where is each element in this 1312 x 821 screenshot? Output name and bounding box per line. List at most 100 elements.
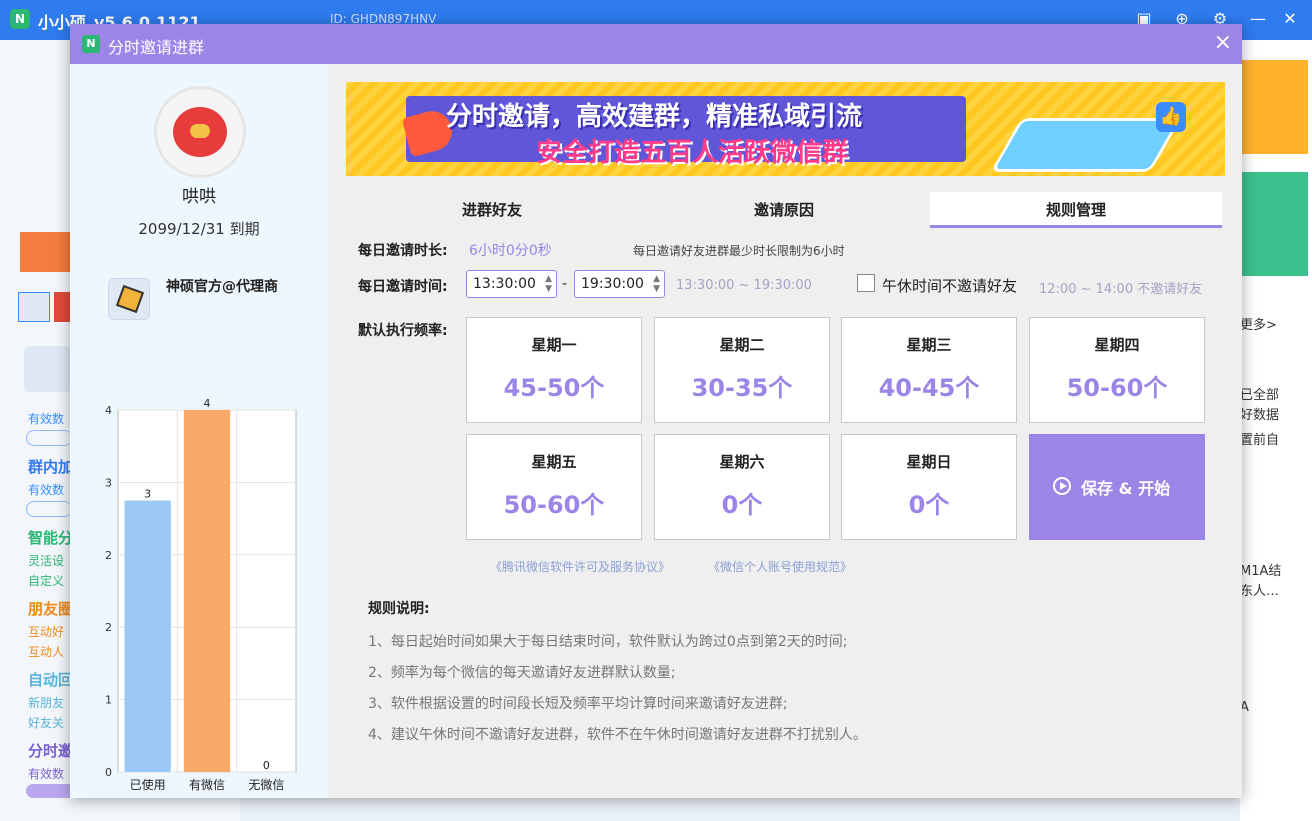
day-name: 星期一	[531, 336, 577, 354]
duration-label: 每日邀请时长:	[358, 243, 448, 259]
chart-data-label: 0	[263, 759, 270, 772]
day-name: 星期五	[531, 453, 577, 471]
day-name: 星期二	[719, 336, 765, 354]
background-thumb-icon[interactable]	[18, 292, 50, 322]
chart-x-tick-label: 已使用	[130, 777, 166, 792]
usage-bar-chart: 0 1 2 2 3 4 3 已使用 4 有微信 0 无微信	[105, 397, 297, 792]
dialog-title: 分时邀请进群	[108, 38, 205, 57]
day-quota: 30-35个	[691, 374, 793, 402]
bg-fragment: M1A结	[1240, 564, 1282, 579]
day-quota: 40-45个	[878, 374, 980, 402]
chart-y-tick-label: 1	[105, 694, 112, 707]
agent-logo-icon	[108, 278, 150, 320]
minimize-icon[interactable]: —	[1248, 9, 1268, 29]
tab-group-friends[interactable]: 进群好友	[346, 192, 638, 228]
user-info-panel: 哄哄 2099/12/31 到期 神硕官方@代理商 0 1 2 2 3 4 3 已使用 4 有微信…	[70, 64, 328, 798]
end-time-input[interactable]: 19:30:00 ▲ ▼	[574, 270, 665, 298]
tab-invite-reason[interactable]: 邀请原因	[638, 192, 930, 228]
bg-fragment: 智能分	[28, 529, 72, 547]
thumbs-up-icon: 👍	[1156, 102, 1186, 132]
bg-fragment: 互动人	[28, 645, 65, 659]
app-logo-icon: N	[82, 35, 100, 53]
chart-data-label: 3	[144, 488, 151, 501]
bg-fragment: 朋友圈	[28, 600, 72, 618]
bg-fragment: 自定义	[28, 574, 65, 588]
noon-break-hint: 12:00 ~ 14:00 不邀请好友	[1039, 282, 1203, 297]
day-card-wednesday[interactable]: 星期三 40-45个	[841, 317, 1017, 423]
bg-progress	[26, 501, 72, 517]
day-card-tuesday[interactable]: 星期二 30-35个	[654, 317, 830, 423]
day-card-sunday[interactable]: 星期日 0个	[841, 434, 1017, 540]
bg-fragment: 分时邀	[28, 742, 72, 760]
bg-fragment: 群内加	[28, 458, 72, 476]
spin-arrows-icon[interactable]: ▲ ▼	[653, 274, 660, 294]
expiry-date: 2099/12/31 到期	[138, 220, 260, 238]
background-orange-card	[20, 232, 72, 272]
save-and-start-button[interactable]: 保存 & 开始	[1029, 434, 1205, 540]
banner-subheadline: 安全打造五百人活跃微信群	[536, 138, 849, 168]
wechat-account-rules-link[interactable]: 《微信个人账号使用规范》	[708, 558, 852, 575]
background-feature-icon	[24, 346, 72, 392]
wechat-license-link[interactable]: 《腾讯微信软件许可及服务协议》	[490, 558, 670, 575]
chart-bar	[183, 410, 231, 772]
rules-title: 规则说明:	[368, 601, 430, 617]
day-quota: 0个	[721, 491, 763, 519]
background-green-card	[1242, 172, 1308, 276]
bg-progress	[26, 784, 72, 798]
dialog-titlebar[interactable]: N 分时邀请进群 ×	[70, 24, 1242, 64]
bg-fragment: 自动回	[28, 671, 72, 689]
bg-fragment: 有效数	[28, 412, 65, 426]
bg-fragment: 新朋友	[28, 696, 65, 710]
rule-item: 3、软件根据设置的时间段长短及频率平均计算时间来邀请好友进群;	[368, 696, 788, 712]
bg-more-link[interactable]: 更多>	[1240, 314, 1277, 333]
time-range-hint: 13:30:00 ~ 19:30:00	[676, 278, 812, 293]
day-quota: 45-50个	[503, 374, 605, 402]
chart-x-tick-label: 有微信	[189, 778, 225, 792]
spin-arrows-icon[interactable]: ▲ ▼	[545, 274, 552, 294]
noon-break-label[interactable]: 午休时间不邀请好友	[882, 275, 1017, 296]
avatar	[154, 86, 246, 178]
tab-rule-management[interactable]: 规则管理	[930, 192, 1222, 228]
day-card-saturday[interactable]: 星期六 0个	[654, 434, 830, 540]
rule-item: 4、建议午休时间不邀请好友进群，软件不在午休时间邀请好友进群不打扰别人。	[368, 727, 867, 743]
bg-fragment: 东人…	[1240, 584, 1280, 599]
time-separator: -	[562, 276, 568, 292]
promo-banner: 分时邀请，高效建群，精准私域引流 安全打造五百人活跃微信群 👍	[346, 82, 1225, 176]
day-name: 星期六	[719, 453, 765, 471]
noon-break-checkbox[interactable]	[857, 274, 875, 292]
tab-bar: 进群好友 邀请原因 规则管理	[346, 192, 1222, 230]
day-name: 星期日	[906, 453, 952, 471]
day-card-monday[interactable]: 星期一 45-50个	[466, 317, 642, 423]
frequency-label: 默认执行频率:	[358, 323, 448, 339]
day-card-thursday[interactable]: 星期四 50-60个	[1029, 317, 1205, 423]
start-time-value: 13:30:00	[473, 276, 536, 292]
end-time-value: 19:30:00	[581, 276, 644, 292]
app-logo-icon: N	[10, 9, 30, 29]
start-time-input[interactable]: 13:30:00 ▲ ▼	[466, 270, 557, 298]
chart-y-tick-label: 2	[105, 621, 112, 634]
background-right-panel: 更多> 已全部 好数据 置前自 M1A结 东人… A	[1240, 40, 1312, 821]
chart-bar	[124, 500, 171, 772]
bg-fragment: 有效数	[28, 483, 65, 497]
usage-chart: 0 1 2 2 3 4 3 已使用 4 有微信 0 无微信	[70, 364, 328, 798]
day-card-friday[interactable]: 星期五 50-60个	[466, 434, 642, 540]
day-quota: 50-60个	[503, 491, 605, 519]
timed-invite-dialog: N 分时邀请进群 × 哄哄 2099/12/31 到期 神硕官方@代理商 012…	[70, 24, 1242, 798]
chart-x-tick-label: 无微信	[248, 778, 284, 792]
close-button[interactable]: ×	[1214, 30, 1232, 56]
duration-note: 每日邀请好友进群最少时长限制为6小时	[633, 244, 845, 258]
bg-fragment: 灵活设	[28, 554, 65, 568]
play-icon	[1053, 477, 1071, 495]
user-name: 哄哄	[182, 187, 216, 207]
pig-snout	[190, 124, 210, 138]
day-quota: 50-60个	[1066, 374, 1168, 402]
banner-headline: 分时邀请，高效建群，精准私域引流	[446, 102, 863, 132]
save-and-start-label: 保存 & 开始	[1081, 479, 1171, 498]
chart-y-tick-label: 0	[105, 766, 112, 779]
time-label: 每日邀请时间:	[358, 279, 448, 295]
day-quota: 0个	[908, 491, 950, 519]
window-close-icon[interactable]: ✕	[1280, 9, 1300, 29]
day-name: 星期三	[906, 336, 952, 354]
chart-y-tick-label: 3	[105, 476, 112, 489]
agent-name: 神硕官方@代理商	[166, 279, 278, 295]
